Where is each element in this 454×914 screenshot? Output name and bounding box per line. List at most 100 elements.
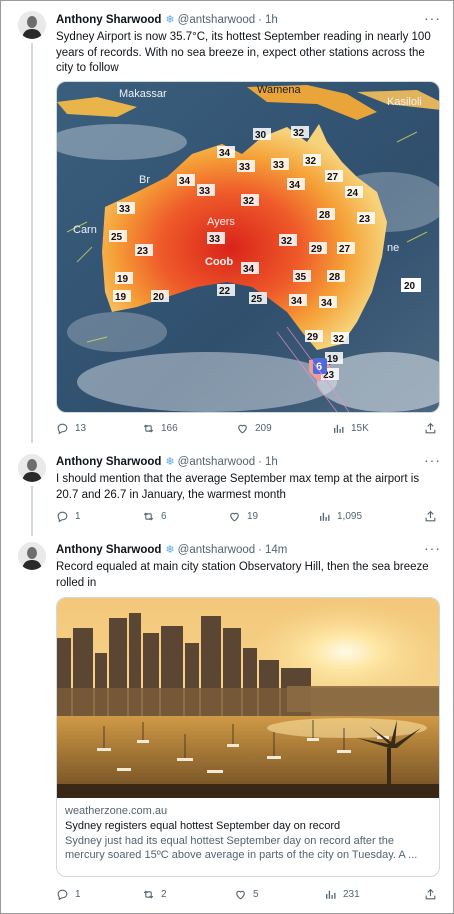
like-count: 19	[247, 511, 259, 522]
tweet-text: Record equaled at main city station Obse…	[56, 561, 429, 589]
svg-text:35: 35	[295, 272, 307, 283]
author-handle[interactable]: @antsharwood	[178, 11, 256, 29]
retweet-count: 166	[161, 423, 178, 434]
reply-count: 1	[75, 511, 81, 522]
reply-button[interactable]: 1	[56, 510, 81, 523]
like-count: 5	[253, 889, 259, 900]
retweet-button[interactable]: 2	[142, 888, 167, 901]
avatar[interactable]	[18, 11, 46, 39]
retweet-icon	[143, 890, 154, 899]
author-name[interactable]: Anthony Sharwood	[56, 453, 161, 471]
thread-line	[31, 43, 33, 443]
svg-text:25: 25	[111, 232, 123, 243]
like-button[interactable]: 5	[234, 888, 259, 901]
more-icon[interactable]: ···	[424, 541, 441, 555]
map-label: Ayers	[207, 216, 235, 228]
views-count: 15K	[351, 423, 369, 434]
svg-text:33: 33	[199, 186, 211, 197]
svg-text:34: 34	[291, 296, 303, 307]
retweet-button[interactable]: 166	[142, 422, 178, 435]
tweet-actions: 1 6 19 1,095	[56, 510, 440, 526]
reply-icon	[57, 511, 68, 523]
link-card[interactable]: weatherzone.com.au Sydney registers equa…	[56, 597, 440, 877]
svg-text:34: 34	[179, 176, 191, 187]
tweet-text: I should mention that the average Septem…	[56, 473, 420, 501]
share-button[interactable]	[424, 422, 437, 435]
share-button[interactable]	[424, 510, 437, 523]
svg-text:33: 33	[239, 162, 251, 173]
reply-button[interactable]: 1	[56, 888, 81, 901]
timestamp[interactable]: 14m	[265, 541, 287, 559]
more-icon[interactable]: ···	[424, 11, 441, 25]
map-label: Wamena	[257, 84, 301, 96]
link-card-meta: weatherzone.com.au Sydney registers equa…	[57, 798, 439, 868]
map-label: Makassar	[119, 88, 167, 100]
svg-text:32: 32	[243, 196, 255, 207]
more-icon[interactable]: ···	[424, 453, 441, 467]
svg-text:33: 33	[119, 204, 131, 215]
map-label: Carn	[73, 224, 97, 236]
reply-button[interactable]: 13	[56, 422, 86, 435]
svg-text:30: 30	[255, 130, 267, 141]
svg-text:29: 29	[311, 244, 323, 255]
retweet-icon	[143, 512, 154, 521]
svg-text:27: 27	[327, 172, 339, 183]
separator-dot: ·	[258, 14, 263, 26]
svg-text:34: 34	[289, 180, 301, 191]
separator-dot: ·	[258, 456, 263, 468]
weather-map-image[interactable]: 30 32 34 33 33 32 34 33 34 27 24 33 32 2…	[56, 81, 440, 413]
views-icon	[320, 512, 330, 521]
card-domain: weatherzone.com.au	[65, 805, 168, 817]
tweet-actions: 1 2 5 231	[56, 888, 440, 904]
reply-count: 1	[75, 889, 81, 900]
map-label: Coob	[205, 256, 234, 268]
views-button[interactable]: 15K	[332, 422, 369, 435]
svg-text:23: 23	[359, 214, 371, 225]
retweet-icon	[143, 424, 154, 433]
retweet-count: 6	[161, 511, 167, 522]
tweet-text: Sydney Airport is now 35.7°C, its hottes…	[56, 31, 431, 74]
sydney-harbour-photo	[57, 598, 439, 798]
tweet-actions: 13 166 209 15K	[56, 422, 440, 438]
like-button[interactable]: 19	[228, 510, 258, 523]
author-handle[interactable]: @antsharwood	[178, 453, 256, 471]
map-label: Br	[139, 174, 150, 186]
map-graphic: 30 32 34 33 33 32 34 33 34 27 24 33 32 2…	[57, 82, 439, 412]
timestamp[interactable]: 1h	[265, 453, 278, 471]
share-button[interactable]	[424, 888, 437, 901]
views-icon	[334, 424, 344, 433]
retweet-count: 2	[161, 889, 167, 900]
reply-icon	[57, 423, 68, 435]
snowflake-icon: ❄	[165, 456, 175, 468]
svg-text:32: 32	[333, 334, 345, 345]
card-description: Sydney just had its equal hottest Septem…	[65, 835, 418, 861]
share-icon	[425, 422, 436, 434]
views-icon	[326, 890, 336, 899]
share-icon	[425, 510, 436, 522]
timestamp[interactable]: 1h	[265, 11, 278, 29]
avatar[interactable]	[18, 542, 46, 570]
map-label: ne	[387, 242, 400, 254]
retweet-button[interactable]: 6	[142, 510, 167, 523]
svg-text:32: 32	[305, 156, 317, 167]
svg-text:24: 24	[347, 188, 359, 199]
svg-text:25: 25	[251, 294, 263, 305]
author-name[interactable]: Anthony Sharwood	[56, 11, 161, 29]
views-button[interactable]: 1,095	[318, 510, 362, 523]
svg-text:27: 27	[339, 244, 351, 255]
svg-text:32: 32	[281, 236, 293, 247]
svg-text:20: 20	[404, 281, 416, 292]
svg-text:33: 33	[209, 234, 221, 245]
svg-text:20: 20	[153, 292, 165, 303]
like-count: 209	[255, 423, 272, 434]
svg-text:29: 29	[307, 332, 319, 343]
views-button[interactable]: 231	[324, 888, 360, 901]
svg-text:19: 19	[327, 354, 339, 365]
author-handle[interactable]: @antsharwood	[178, 541, 256, 559]
views-count: 1,095	[337, 511, 363, 522]
separator-dot: ·	[258, 544, 263, 556]
thread-line	[31, 486, 33, 536]
like-button[interactable]: 209	[236, 422, 272, 435]
avatar[interactable]	[18, 454, 46, 482]
author-name[interactable]: Anthony Sharwood	[56, 541, 161, 559]
